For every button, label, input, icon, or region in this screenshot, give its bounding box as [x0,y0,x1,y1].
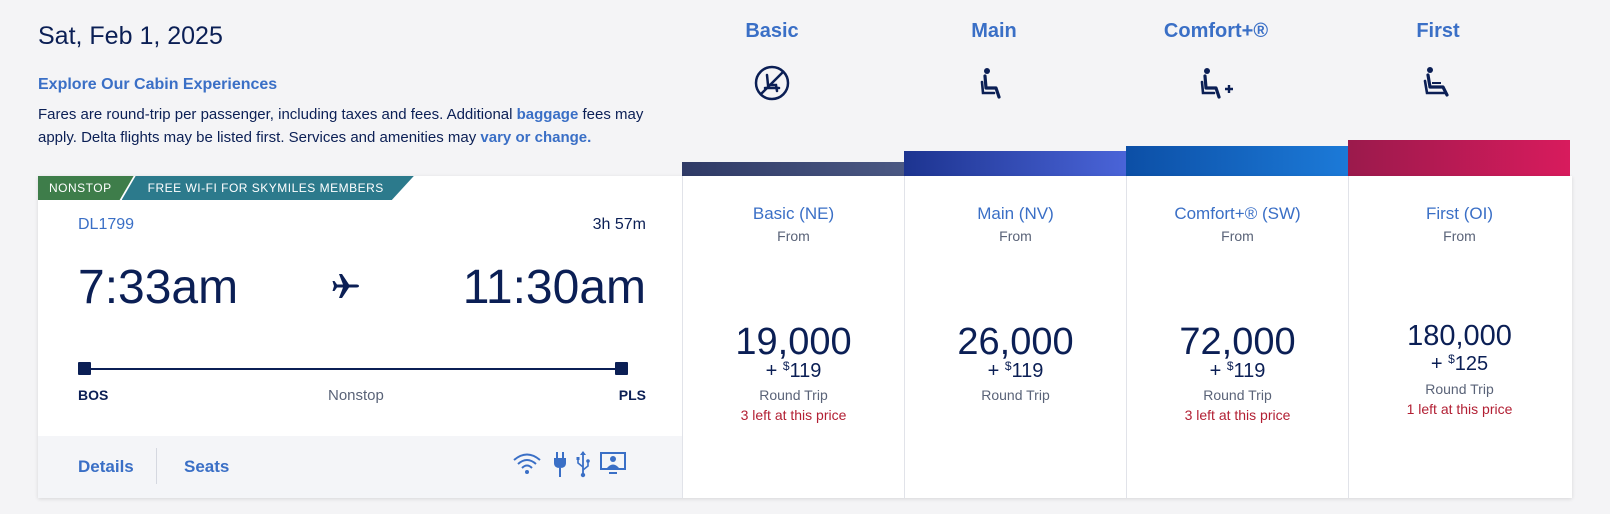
fare-name: Main (NV) [977,204,1054,223]
flight-info: NONSTOP FREE WI-FI FOR SKYMILES MEMBERS … [38,176,682,498]
fare-miles: 26,000 [957,321,1074,363]
cabin-header-comfort[interactable]: Comfort+® [1105,20,1327,108]
fare-from-label: From [1443,228,1476,244]
fare-trip-type: Round Trip [981,387,1050,403]
seats-link[interactable]: Seats [184,457,229,477]
fare-trip-type: Round Trip [1425,381,1494,397]
explore-cabins-link[interactable]: Explore Our Cabin Experiences [38,76,277,94]
baggage-link[interactable]: baggage [517,106,579,123]
fare-miles: 72,000 [1179,321,1296,363]
fare-name: First (OI) [1425,204,1494,223]
fare-column-main[interactable]: Main (NV) From 26,000 + $119 Round Trip [904,176,1126,498]
power-outlet-icon [554,452,566,477]
fare-miles: 180,000 [1407,320,1512,352]
fare-from-label: From [999,228,1032,244]
date-heading: Sat, Feb 1, 2025 [38,22,223,50]
fare-column-basic[interactable]: Basic (NE) From 19,000 + $119 Round Trip… [682,176,904,498]
fare-bar-comfort [1126,146,1348,176]
fare-availability: 3 left at this price [1184,407,1291,423]
flight-footer: Details Seats [38,436,682,498]
entertainment-screen-icon [600,452,626,474]
fare-cash-amount: 119 [1011,360,1044,382]
seat-plus-icon [1200,68,1233,99]
fare-name: Comfort+® (SW) [1174,204,1301,223]
fare-plus: + [1430,353,1443,375]
fare-column-comfort[interactable]: Comfort+® (SW) From 72,000 + $119 Round … [1126,176,1348,498]
fare-miles: 19,000 [735,321,852,363]
cabin-header-first[interactable]: First [1327,20,1549,108]
fare-plus: + [987,360,1000,382]
cabin-header-main[interactable]: Main [883,20,1105,108]
fare-cash: + $119 [683,359,904,383]
fare-cash: + $125 [1349,352,1570,376]
fare-currency: $ [782,359,790,373]
no-seat-icon [754,65,790,101]
cabin-name-comfort: Comfort+® [1163,20,1269,42]
origin-marker [78,362,91,375]
departure-time: 7:33am [78,261,239,314]
fare-cash-amount: 119 [789,360,822,382]
fare-cash-amount: 119 [1233,360,1266,382]
fare-plus: + [765,360,778,382]
stops-label: Nonstop [328,387,384,404]
fare-trip-type: Round Trip [1203,387,1272,403]
arrival-time: 11:30am [462,261,646,314]
fare-column-first[interactable]: First (OI) From 180,000 + $125 Round Tri… [1348,176,1570,498]
cabin-header-basic[interactable]: Basic [661,20,883,108]
nonstop-badge: NONSTOP [38,176,134,200]
premium-seat-icon [1423,67,1449,97]
fare-cash: + $119 [1127,359,1348,383]
cabin-name-first: First [1416,20,1460,42]
destination-marker [615,362,628,375]
fare-bar-main [904,151,1126,176]
fare-availability: 3 left at this price [740,407,847,423]
fare-currency: $ [1226,359,1234,373]
vary-or-change-link[interactable]: vary or change. [480,129,591,146]
flight-number-link[interactable]: DL1799 [78,216,134,234]
fare-currency: $ [1448,352,1455,366]
disclaimer-text-1: Fares are round-trip per passenger, incl… [38,106,517,123]
wifi-icon [513,453,541,474]
usb-icon [576,451,590,478]
flight-result-card: NONSTOP FREE WI-FI FOR SKYMILES MEMBERS … [38,176,1572,498]
flight-duration: 3h 57m [592,216,646,233]
fare-cash-amount: 125 [1454,353,1489,375]
fare-bar-basic [682,162,904,176]
fare-plus: + [1209,360,1222,382]
fare-availability: 1 left at this price [1406,401,1513,417]
fare-from-label: From [777,228,810,244]
free-wifi-badge: FREE WI-FI FOR SKYMILES MEMBERS [122,176,414,200]
fare-bar-first [1348,140,1570,176]
fare-name: Basic (NE) [752,204,835,223]
details-link[interactable]: Details [78,457,134,477]
fare-from-label: From [1221,228,1254,244]
destination-airport: PLS [618,387,646,403]
cabin-name-basic: Basic [745,20,799,42]
origin-airport: BOS [78,387,109,403]
footer-divider [156,448,157,484]
seat-icon [980,68,1001,99]
fare-trip-type: Round Trip [759,387,828,403]
flight-badges: NONSTOP FREE WI-FI FOR SKYMILES MEMBERS [38,176,414,200]
fare-disclaimer: Fares are round-trip per passenger, incl… [38,103,658,149]
fare-currency: $ [1004,359,1012,373]
airplane-icon [332,274,359,298]
fare-cash: + $119 [905,359,1126,383]
route-line [83,368,625,370]
cabin-name-main: Main [971,20,1017,42]
